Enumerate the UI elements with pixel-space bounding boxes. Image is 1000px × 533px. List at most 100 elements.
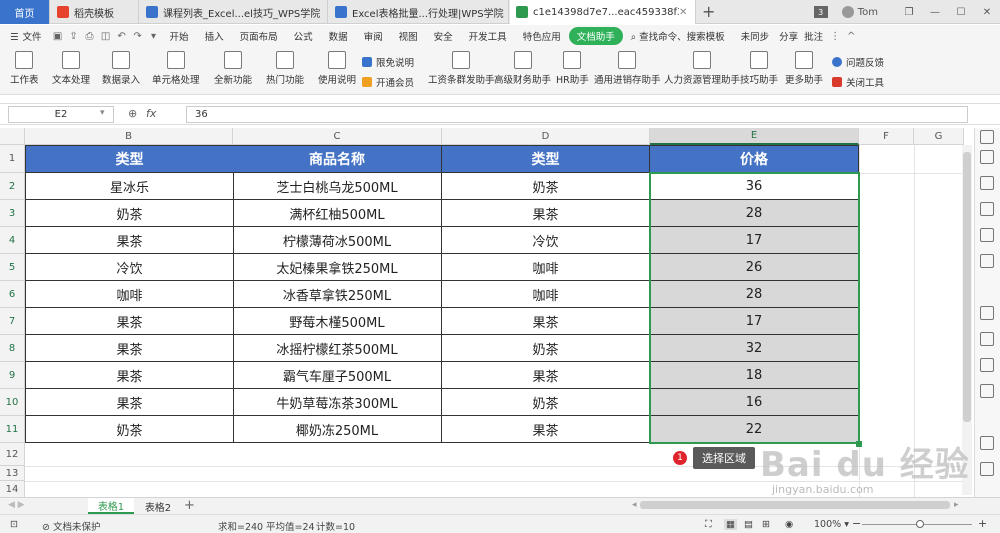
menu-special[interactable]: 特色应用 [515,29,569,43]
table-cell-col-category[interactable]: 奶茶 [442,173,650,200]
table-cell-col-category[interactable]: 果茶 [442,308,650,335]
restore-icon[interactable]: ❐ [896,7,922,18]
menu-data[interactable]: 数据 [321,29,356,43]
menu-security[interactable]: 安全 [426,29,461,43]
menu-review[interactable]: 审阅 [356,29,391,43]
table-cell-col-type[interactable]: 咖啡 [25,281,234,308]
history-icon[interactable] [980,358,994,372]
table-cell-col-price[interactable]: 18 [650,362,859,389]
table-cell-col-category[interactable]: 咖啡 [442,281,650,308]
home-tab[interactable]: 首页 [0,0,50,24]
table-cell-col-type[interactable]: 果茶 [25,389,234,416]
table-cell-col-price[interactable]: 36 [650,173,859,200]
table-cell-col-product[interactable]: 柠檬薄荷冰500ML [233,227,442,254]
horizontal-scroll-thumb[interactable] [640,501,950,509]
tab-spreadsheet[interactable]: c1e14398d7e7...eac459338f36 ✕ [510,0,696,24]
zoom-slider-knob[interactable] [916,520,924,528]
table-cell-col-type[interactable]: 奶茶 [25,416,234,443]
formula-input[interactable]: 36 [186,106,968,123]
table-cell-col-category[interactable]: 冷饮 [442,227,650,254]
table-style-icon[interactable] [980,228,994,242]
table-cell-col-type[interactable]: 果茶 [25,308,234,335]
print-icon[interactable]: ⎙ [82,28,98,44]
protect-status[interactable]: ⊘ 文档未保护 [42,519,101,533]
table-cell-col-price[interactable]: 16 [650,389,859,416]
chart-icon[interactable] [980,254,994,268]
table-cell-col-category[interactable]: 果茶 [442,362,650,389]
export-icon[interactable]: ⇪ [66,28,82,44]
avatar[interactable] [841,6,854,18]
zoom-out-icon[interactable]: − [852,517,861,530]
hr-management-button[interactable]: 人力资源管理助手 [664,51,740,86]
command-search[interactable]: ⌕ 查找命令、搜索模板 [623,29,733,43]
menu-home[interactable]: 开始 [162,29,197,43]
menu-insert[interactable]: 插入 [197,29,232,43]
sheet-tab-1[interactable]: 表格1 [88,498,134,514]
menu-file[interactable]: ☰ 文件 [0,29,50,43]
table-cell-col-category[interactable]: 奶茶 [442,335,650,362]
table-cell-col-price[interactable]: 17 [650,227,859,254]
new-features-button[interactable]: 全新功能 [214,51,252,86]
cell-process-button[interactable]: 单元格处理 [152,51,200,86]
sync-status[interactable]: 未同步 [733,29,778,43]
new-tab-button[interactable]: + [702,2,715,21]
header-cell-col-type[interactable]: 类型 [25,145,234,173]
page-layout-icon[interactable]: ▤ [744,519,753,530]
header-cell-col-product[interactable]: 商品名称 [233,145,442,173]
table-cell-col-type[interactable]: 果茶 [25,335,234,362]
page-break-icon[interactable]: ⊞ [762,519,770,530]
menu-formula[interactable]: 公式 [286,29,321,43]
usage-guide-button[interactable]: 使用说明 [318,51,356,86]
table-cell-col-category[interactable]: 奶茶 [442,389,650,416]
undo-icon[interactable]: ↶ [114,28,130,44]
minimize-icon[interactable]: — [922,7,948,18]
normal-view-icon[interactable]: ▦ [724,519,737,530]
name-box[interactable]: E2 [8,106,114,123]
member-link[interactable]: 开通会员 [362,75,414,89]
more-options-icon[interactable]: ⋮ [827,28,843,44]
zoom-level[interactable]: 100% ▾ [814,519,849,530]
fullscreen-icon[interactable]: ⛶ [705,519,712,530]
header-cell-col-category[interactable]: 类型 [442,145,650,173]
table-cell-col-category[interactable]: 果茶 [442,200,650,227]
inventory-assistant-button[interactable]: 通用进销存助手 [594,51,661,86]
filter-icon[interactable] [980,202,994,216]
table-cell-col-type[interactable]: 星冰乐 [25,173,234,200]
table-cell-col-price[interactable]: 32 [650,335,859,362]
menu-developer[interactable]: 开发工具 [461,29,515,43]
maximize-icon[interactable]: ☐ [948,7,974,18]
redo-icon[interactable]: ↷ [130,28,146,44]
table-cell-col-product[interactable]: 太妃榛果拿铁250ML [233,254,442,281]
feedback-link[interactable]: 问题反馈 [832,55,884,69]
user-name[interactable]: Tom [858,7,878,18]
add-sheet-icon[interactable]: + [184,498,195,513]
table-cell-col-product[interactable]: 牛奶草莓冻茶300ML [233,389,442,416]
collapse-icon[interactable]: ^ [843,28,859,44]
table-cell-col-product[interactable]: 冰香草拿铁250ML [233,281,442,308]
table-cell-col-price[interactable]: 26 [650,254,859,281]
table-cell-col-category[interactable]: 咖啡 [442,254,650,281]
table-cell-col-product[interactable]: 霸气车厘子500ML [233,362,442,389]
tab-excel-batch[interactable]: Excel表格批量...行处理|WPS学院 [329,0,509,24]
close-tool-link[interactable]: 关闭工具 [832,75,884,89]
table-cell-col-product[interactable]: 椰奶冻250ML [233,416,442,443]
text-process-button[interactable]: 文本处理 [52,51,90,86]
comment-button[interactable]: 批注 [800,29,827,43]
hot-features-button[interactable]: 热门功能 [266,51,304,86]
sidebar-icon[interactable] [980,176,994,190]
table-cell-col-product[interactable]: 芝士白桃乌龙500ML [233,173,442,200]
tab-count-badge[interactable]: 3 [813,6,828,18]
table-cell-col-price[interactable]: 28 [650,200,859,227]
more-icon[interactable]: ▾ [146,28,162,44]
table-cell-col-product[interactable]: 满杯红柚500ML [233,200,442,227]
save-icon[interactable]: ▣ [50,28,66,44]
scroll-right-icon[interactable]: ▸ [954,500,959,510]
table-cell-col-product[interactable]: 野莓木槿500ML [233,308,442,335]
settings-icon[interactable] [980,462,994,476]
table-cell-col-type[interactable]: 果茶 [25,362,234,389]
function-button[interactable]: fx [146,107,156,120]
more-assistants-button[interactable]: 更多助手 [785,51,823,86]
download-icon[interactable] [980,436,994,450]
status-icon[interactable]: ⊡ [10,519,18,530]
table-cell-col-price[interactable]: 17 [650,308,859,335]
